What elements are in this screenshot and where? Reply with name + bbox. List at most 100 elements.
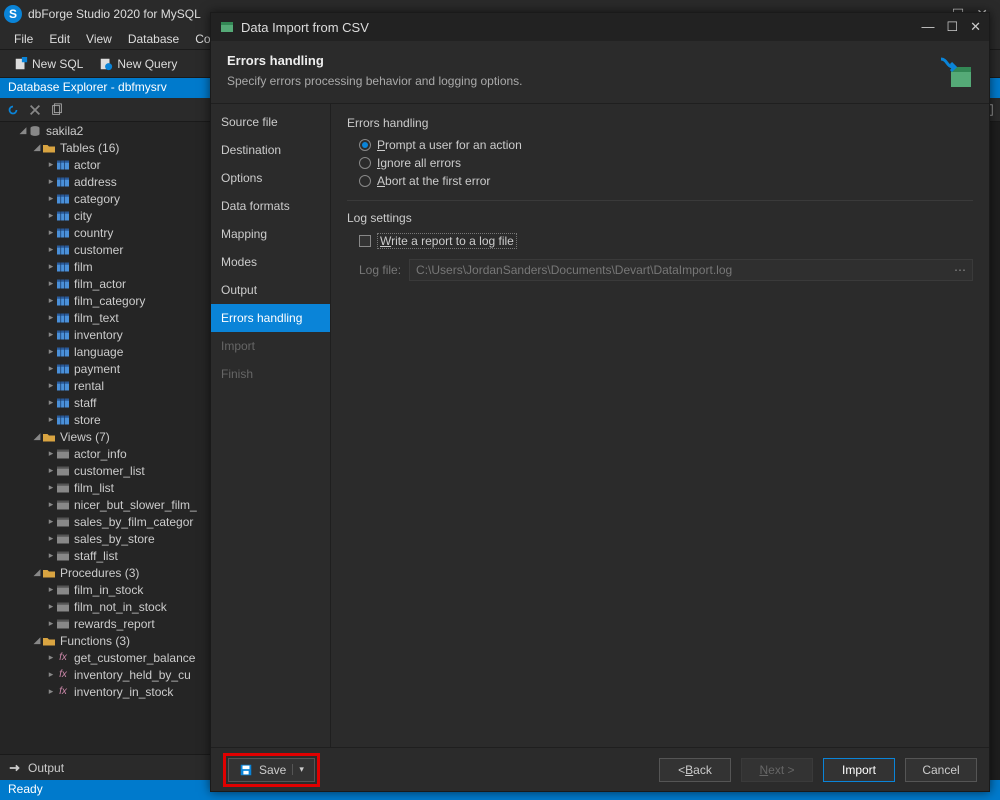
tree-proc[interactable]: ▸film_not_in_stock — [0, 598, 210, 615]
browse-icon[interactable]: ⋯ — [954, 263, 966, 277]
wizard-step[interactable]: Errors handling — [211, 304, 330, 332]
wizard-step[interactable]: Options — [211, 164, 330, 192]
caret-icon: ▸ — [46, 380, 56, 391]
back-button[interactable]: < Back — [659, 758, 731, 782]
tree-func[interactable]: ▸fxinventory_in_stock — [0, 683, 210, 700]
check-write-log[interactable]: Write a report to a log file — [359, 233, 973, 249]
dialog-minimize-icon[interactable]: — — [921, 19, 934, 35]
tree-label: store — [74, 413, 101, 427]
tree-table[interactable]: ▸actor — [0, 156, 210, 173]
tree-table[interactable]: ▸ city — [0, 207, 210, 224]
tree-table[interactable]: ▸rental — [0, 377, 210, 394]
tree-table[interactable]: ▸staff — [0, 394, 210, 411]
caret-icon: ▸ — [46, 499, 56, 510]
delete-icon[interactable] — [28, 103, 42, 117]
tree-view[interactable]: ▸actor_info — [0, 445, 210, 462]
wizard-step[interactable]: Data formats — [211, 192, 330, 220]
tree-view[interactable]: ▸customer_list — [0, 462, 210, 479]
radio-abort[interactable]: Abort at the first error — [359, 174, 973, 188]
tree-label: nicer_but_slower_film_ — [74, 498, 197, 512]
new-sql-label: New SQL — [32, 57, 83, 71]
tree-tables-folder[interactable]: ◢Tables (16) — [0, 139, 210, 156]
tree-table[interactable]: ▸language — [0, 343, 210, 360]
caret-icon: ▸ — [46, 686, 56, 697]
new-query-button[interactable]: New Query — [93, 55, 183, 73]
copy-icon[interactable] — [50, 103, 64, 117]
dialog-maximize-icon[interactable]: ☐ — [946, 19, 958, 35]
chevron-down-icon[interactable]: ▾ — [292, 764, 304, 775]
tree-table-icon — [56, 210, 70, 222]
tree-label: sakila2 — [46, 124, 83, 138]
tree-view[interactable]: ▸ nicer_but_slower_film_ — [0, 496, 210, 513]
tree-func[interactable]: ▸fxinventory_held_by_cu — [0, 666, 210, 683]
tree-table[interactable]: ▸inventory — [0, 326, 210, 343]
tree-tables-folder-icon — [42, 142, 56, 154]
logfile-path: C:\Users\JordanSanders\Documents\Devart\… — [416, 263, 732, 277]
output-tab[interactable]: Output — [0, 754, 210, 780]
tree-db[interactable]: ◢sakila2 — [0, 122, 210, 139]
menu-database[interactable]: Database — [122, 30, 185, 48]
tree-table[interactable]: ▸address — [0, 173, 210, 190]
wizard-step[interactable]: Modes — [211, 248, 330, 276]
menu-file[interactable]: File — [8, 30, 39, 48]
database-tree[interactable]: ◢sakila2◢Tables (16)▸actor▸address▸categ… — [0, 122, 210, 754]
new-sql-button[interactable]: New SQL — [8, 55, 89, 73]
radio-ignore[interactable]: Ignore all errors — [359, 156, 973, 170]
radio-prompt[interactable]: Prompt a user for an action — [359, 138, 973, 152]
wizard-step[interactable]: Source file — [211, 108, 330, 136]
tree-label: staff_list — [74, 549, 118, 563]
tree-label: rewards_report — [74, 617, 155, 631]
caret-icon: ▸ — [46, 329, 56, 340]
cancel-button[interactable]: Cancel — [905, 758, 977, 782]
tree-label: city — [74, 209, 92, 223]
tree-view[interactable]: ▸staff_list — [0, 547, 210, 564]
tree-table[interactable]: ▸film_text — [0, 309, 210, 326]
tree-view[interactable]: ▸sales_by_film_categor — [0, 513, 210, 530]
tree-procs-folder[interactable]: ◢Procedures (3) — [0, 564, 210, 581]
radio-icon — [359, 157, 371, 169]
save-icon — [239, 763, 253, 777]
wizard-step[interactable]: Mapping — [211, 220, 330, 248]
tree-table[interactable]: ▸ payment — [0, 360, 210, 377]
caret-icon: ▸ — [46, 516, 56, 527]
tree-view[interactable]: ▸film_list — [0, 479, 210, 496]
tree-table[interactable]: ▸category — [0, 190, 210, 207]
save-button[interactable]: Save ▾ — [228, 758, 315, 782]
tree-proc[interactable]: ▸film_in_stock — [0, 581, 210, 598]
tree-funcs-folder[interactable]: ◢Functions (3) — [0, 632, 210, 649]
tree-label: Procedures (3) — [60, 566, 139, 580]
dialog-icon — [219, 19, 235, 35]
wizard-step[interactable]: Output — [211, 276, 330, 304]
tree-proc-icon — [56, 601, 70, 613]
tree-label: payment — [74, 362, 120, 376]
tree-label: film_category — [74, 294, 145, 308]
tree-table-icon — [56, 261, 70, 273]
tree-label: sales_by_store — [74, 532, 155, 546]
tree-proc[interactable]: ▸rewards_report — [0, 615, 210, 632]
tree-views-folder[interactable]: ◢Views (7) — [0, 428, 210, 445]
tree-table[interactable]: ▸customer — [0, 241, 210, 258]
menu-edit[interactable]: Edit — [43, 30, 76, 48]
tree-view[interactable]: ▸sales_by_store — [0, 530, 210, 547]
refresh-icon[interactable] — [6, 103, 20, 117]
menu-view[interactable]: View — [80, 30, 118, 48]
caret-icon: ▸ — [46, 210, 56, 221]
dialog-close-icon[interactable]: ✕ — [970, 19, 981, 35]
tree-table[interactable]: ▸film_category — [0, 292, 210, 309]
caret-icon: ▸ — [46, 448, 56, 459]
caret-icon: ▸ — [46, 346, 56, 357]
caret-icon: ▸ — [46, 363, 56, 374]
tree-table[interactable]: ▸film — [0, 258, 210, 275]
caret-icon: ▸ — [46, 465, 56, 476]
wizard-step[interactable]: Destination — [211, 136, 330, 164]
tree-label: inventory_in_stock — [74, 685, 173, 699]
save-highlight: Save ▾ — [223, 753, 320, 787]
tree-table[interactable]: ▸store — [0, 411, 210, 428]
import-button[interactable]: Import — [823, 758, 895, 782]
errors-section-title: Errors handling — [347, 116, 973, 130]
tree-func[interactable]: ▸fxget_customer_balance — [0, 649, 210, 666]
tree-label: get_customer_balance — [74, 651, 195, 665]
tree-table-icon — [56, 414, 70, 426]
tree-table[interactable]: ▸film_actor — [0, 275, 210, 292]
tree-table[interactable]: ▸country — [0, 224, 210, 241]
